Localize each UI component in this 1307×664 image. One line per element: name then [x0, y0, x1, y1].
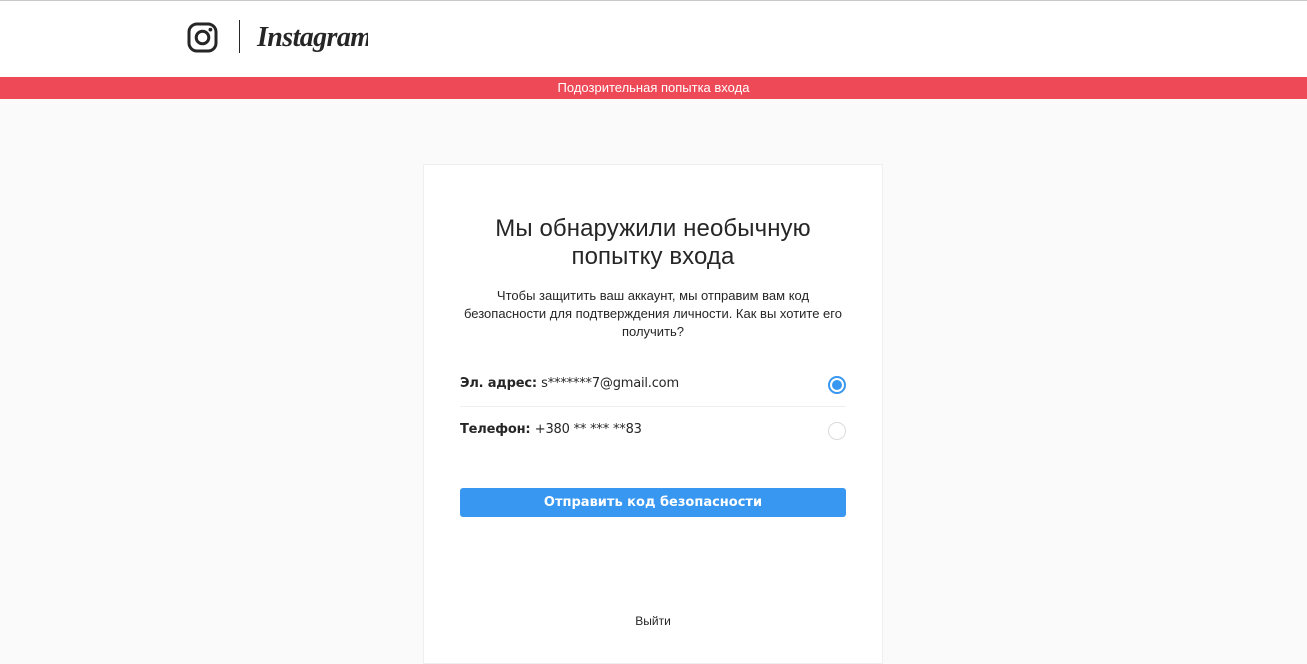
page-title: Мы обнаружили необычную попытку входа — [424, 215, 882, 271]
send-security-code-button[interactable]: Отправить код безопасности — [460, 488, 846, 517]
option-email-label: Эл. адрес: s*******7@gmail.com — [460, 376, 679, 391]
option-phone[interactable]: Телефон: +380 ** *** **83 — [460, 409, 846, 453]
title-line-2: попытку входа — [571, 243, 735, 270]
instagram-camera-icon[interactable] — [187, 22, 218, 53]
logout-link[interactable]: Выйти — [424, 614, 882, 628]
instagram-wordmark[interactable]: Instagram — [256, 17, 368, 59]
option-email[interactable]: Эл. адрес: s*******7@gmail.com — [460, 363, 846, 407]
email-radio[interactable] — [828, 376, 846, 394]
option-phone-label: Телефон: +380 ** *** **83 — [460, 422, 642, 437]
challenge-card: Мы обнаружили необычную попытку входа Чт… — [423, 164, 883, 664]
svg-text:Instagram: Instagram — [256, 22, 368, 53]
description-text: Чтобы защитить ваш аккаунт, мы отправим … — [464, 288, 842, 339]
header: Instagram — [0, 1, 1307, 77]
logo-divider — [239, 20, 240, 53]
phone-radio[interactable] — [828, 422, 846, 440]
suspicious-login-banner: Подозрительная попытка входа — [0, 77, 1307, 99]
title-line-1: Мы обнаружили необычную — [495, 215, 811, 242]
option-email-key: Эл. адрес: — [460, 376, 537, 391]
option-phone-value: +380 ** *** **83 — [534, 422, 642, 437]
option-email-value: s*******7@gmail.com — [541, 376, 679, 391]
option-phone-key: Телефон: — [460, 422, 531, 437]
